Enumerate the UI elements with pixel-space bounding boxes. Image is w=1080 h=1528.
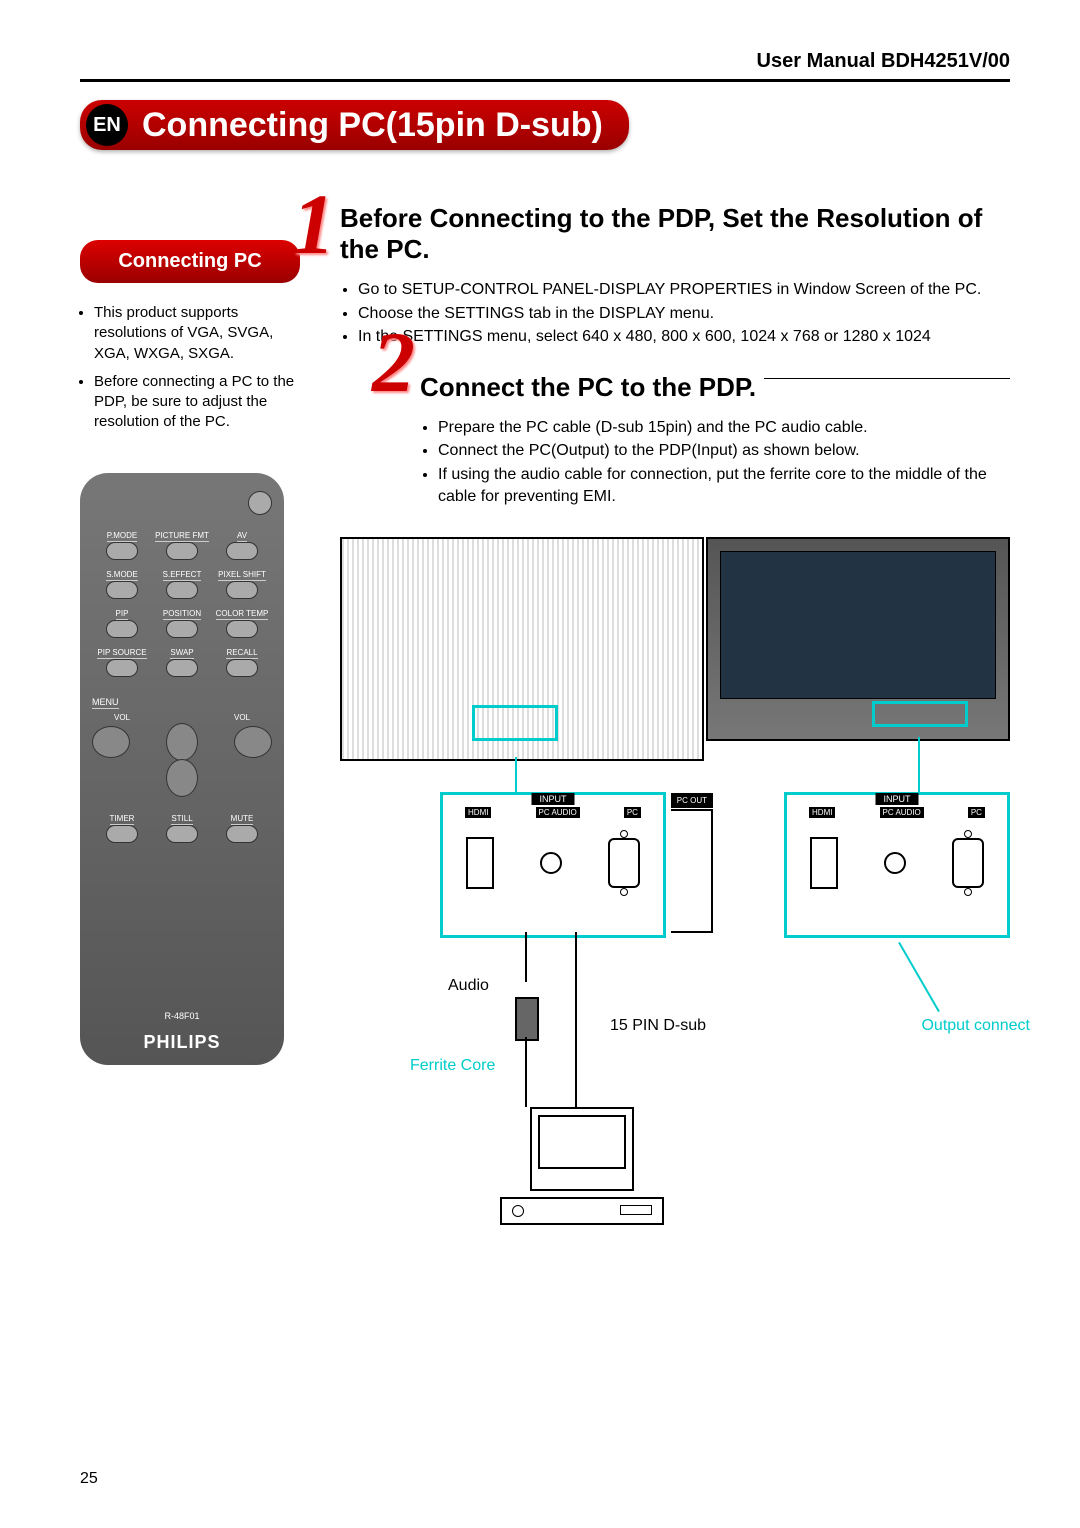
remote-label: PICTURE FMT	[155, 531, 209, 542]
remote-label: PIP SOURCE	[97, 648, 146, 659]
step-number: 2	[372, 319, 415, 405]
nav-button	[92, 726, 130, 758]
remote-model: R-48F01	[80, 1011, 284, 1021]
port-label: HDMI	[465, 807, 491, 818]
ferrite-core-icon	[515, 997, 539, 1041]
monitor-icon	[530, 1107, 634, 1191]
audio-label: Audio	[448, 977, 489, 995]
remote-label: COLOR TEMP	[216, 609, 269, 620]
page-title: Connecting PC(15pin D-sub)	[142, 106, 603, 145]
sidebar-bullet: This product supports resolutions of VGA…	[94, 303, 300, 364]
remote-button	[226, 581, 258, 599]
hdmi-port-icon	[810, 837, 838, 889]
connection-diagram: INPUT HDMI PC AUDIO PC PC OUT I	[340, 537, 1010, 1217]
step-bullet: Connect the PC(Output) to the PDP(Input)…	[438, 440, 1010, 462]
manual-header: User Manual BDH4251V/00	[80, 50, 1010, 82]
wire-icon	[525, 932, 527, 982]
port-label: PC	[968, 807, 985, 818]
ferrite-core-label: Ferrite Core	[410, 1057, 495, 1075]
pin-label: 15 PIN D-sub	[610, 1017, 706, 1035]
pc-out-label: PC OUT	[671, 793, 713, 808]
port-label: PC AUDIO	[880, 807, 924, 818]
remote-control: P.MODE PICTURE FMT AV S.MODE S.EFFECT PI…	[80, 473, 284, 1065]
remote-label: PIXEL SHIFT	[218, 570, 266, 581]
port-label: HDMI	[809, 807, 835, 818]
remote-button	[226, 620, 258, 638]
step-bullet: Go to SETUP-CONTROL PANEL-DISPLAY PROPER…	[358, 279, 1010, 301]
nav-button	[166, 759, 198, 797]
audio-port-icon	[884, 852, 906, 874]
remote-button	[166, 620, 198, 638]
step-bullet: Prepare the PC cable (D-sub 15pin) and t…	[438, 417, 1010, 439]
step-bullet: If using the audio cable for connection,…	[438, 464, 1010, 507]
dsub-port-icon	[952, 838, 984, 888]
nav-button	[166, 723, 198, 761]
remote-label: MUTE	[231, 814, 254, 825]
remote-button	[166, 581, 198, 599]
input-panel-pc: INPUT HDMI PC AUDIO PC	[784, 792, 1010, 938]
step-number: 1	[292, 181, 335, 267]
output-connect-label: Output connect	[921, 1017, 1030, 1035]
sidebar-text: This product supports resolutions of VGA…	[80, 303, 300, 433]
arrow-line	[515, 757, 517, 792]
step-bullet: Choose the SETTINGS tab in the DISPLAY m…	[358, 303, 1010, 325]
remote-button	[106, 659, 138, 677]
wire-icon	[525, 1037, 527, 1107]
sidebar-bullet: Before connecting a PC to the PDP, be su…	[94, 372, 300, 433]
remote-label: TIMER	[110, 814, 135, 825]
remote-button	[166, 825, 198, 843]
menu-label: MENU	[92, 697, 119, 709]
remote-button	[106, 581, 138, 599]
remote-label: SWAP	[170, 648, 193, 659]
page-number: 25	[80, 1470, 98, 1488]
remote-button	[166, 659, 198, 677]
remote-button	[166, 542, 198, 560]
dsub-port-icon	[608, 838, 640, 888]
arrow-line	[898, 942, 940, 1012]
step-title: Before Connecting to the PDP, Set the Re…	[340, 203, 1010, 265]
port-label: PC AUDIO	[536, 807, 580, 818]
pc-tower-icon	[500, 1197, 664, 1225]
sidebar-heading: Connecting PC	[80, 240, 300, 283]
wire-icon	[575, 932, 577, 1107]
input-panel-pdp: INPUT HDMI PC AUDIO PC PC OUT	[440, 792, 666, 938]
port-label: PC	[624, 807, 641, 818]
vol-label: VOL	[114, 713, 130, 722]
power-button-icon	[248, 491, 272, 515]
remote-label: S.EFFECT	[163, 570, 202, 581]
vol-label: VOL	[234, 713, 250, 722]
tv-front-icon	[706, 537, 1010, 741]
remote-label: RECALL	[226, 648, 257, 659]
remote-button	[226, 542, 258, 560]
remote-label: STILL	[171, 814, 192, 825]
step-title: Connect the PC to the PDP.	[420, 372, 764, 403]
remote-button	[106, 620, 138, 638]
remote-label: P.MODE	[107, 531, 138, 542]
remote-button	[106, 542, 138, 560]
hdmi-port-icon	[466, 837, 494, 889]
nav-button	[234, 726, 272, 758]
remote-label: S.MODE	[106, 570, 138, 581]
language-badge: EN	[86, 104, 128, 146]
remote-button	[226, 825, 258, 843]
step-bullet: In the SETTINGS menu, select 640 x 480, …	[358, 326, 1010, 348]
remote-label: POSITION	[163, 609, 201, 620]
remote-label: AV	[237, 531, 247, 542]
arrow-line	[918, 737, 920, 792]
input-label: INPUT	[532, 793, 575, 805]
page-title-bar: EN Connecting PC(15pin D-sub)	[80, 100, 629, 150]
audio-port-icon	[540, 852, 562, 874]
remote-label: PIP	[116, 609, 129, 620]
tv-back-icon	[340, 537, 704, 761]
remote-button	[106, 825, 138, 843]
input-label: INPUT	[876, 793, 919, 805]
remote-button	[226, 659, 258, 677]
remote-brand: PHILIPS	[80, 1032, 284, 1053]
